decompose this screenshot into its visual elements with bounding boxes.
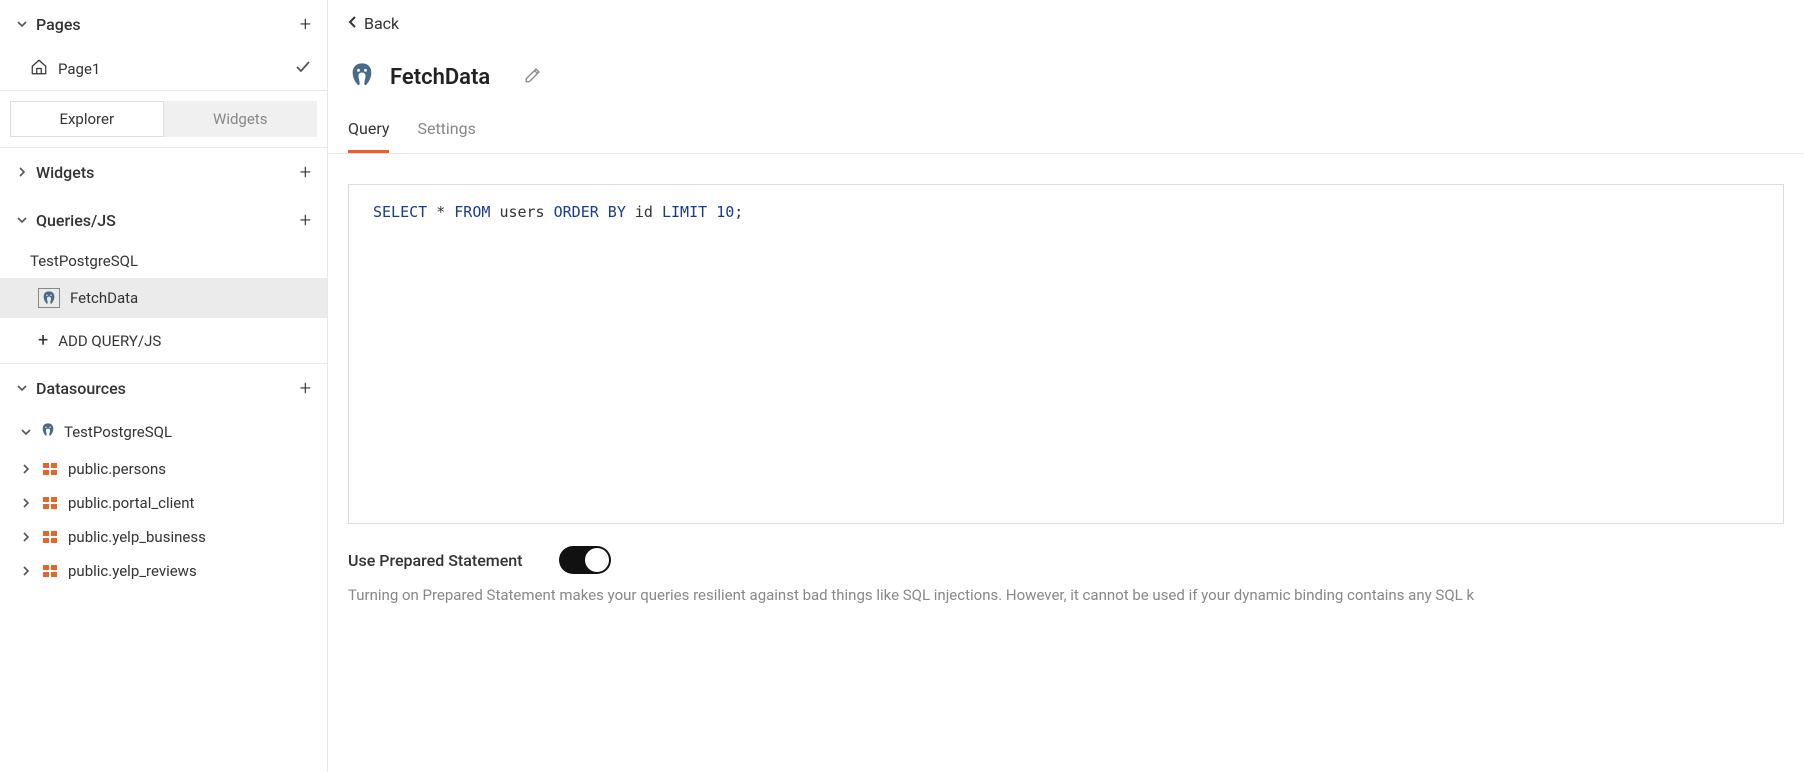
sql-number: 10 — [716, 203, 734, 221]
widgets-tab[interactable]: Widgets — [164, 101, 318, 137]
table-item-persons[interactable]: public.persons — [0, 452, 327, 486]
main-panel: Back FetchData Query Settings SELECT * F… — [328, 0, 1804, 772]
datasource-item-testpostgresql[interactable]: TestPostgreSQL — [0, 412, 327, 452]
postgres-icon — [348, 61, 376, 93]
prepared-statement-description: Turning on Prepared Statement makes your… — [348, 586, 1784, 604]
add-query-button[interactable]: + — [300, 208, 311, 232]
sql-keyword: SELECT — [373, 203, 427, 221]
chevron-down-icon — [16, 214, 28, 226]
chevron-right-icon — [16, 166, 28, 178]
query-item-label: FetchData — [70, 289, 138, 307]
tabs-row: Query Settings — [328, 107, 1804, 154]
widgets-label: Widgets — [36, 163, 94, 182]
table-icon — [42, 495, 58, 511]
sql-editor[interactable]: SELECT * FROM users ORDER BY id LIMIT 10… — [348, 184, 1784, 524]
chevron-down-icon — [20, 426, 32, 438]
chevron-down-icon — [16, 382, 28, 394]
sql-operator: * — [436, 203, 445, 221]
table-label: public.yelp_business — [68, 528, 206, 546]
plus-icon: + — [38, 330, 48, 351]
datasources-label: Datasources — [36, 379, 126, 398]
datasource-label: TestPostgreSQL — [64, 423, 172, 441]
back-label: Back — [364, 14, 399, 33]
toggle-knob — [585, 548, 609, 572]
add-widget-button[interactable]: + — [300, 160, 311, 184]
explorer-widgets-toggle: Explorer Widgets — [0, 91, 327, 148]
back-button[interactable]: Back — [328, 0, 1804, 47]
query-group-label[interactable]: TestPostgreSQL — [0, 244, 327, 278]
add-datasource-button[interactable]: + — [300, 376, 311, 400]
sql-identifier: id — [635, 203, 653, 221]
sidebar-item-page1[interactable]: Page1 — [0, 48, 327, 91]
sql-keyword: FROM — [454, 203, 490, 221]
table-icon — [42, 461, 58, 477]
chevron-right-icon — [20, 531, 32, 543]
add-query-js-button[interactable]: + ADD QUERY/JS — [0, 318, 327, 364]
postgres-icon — [38, 288, 60, 308]
postgres-icon — [40, 422, 56, 442]
content-area: SELECT * FROM users ORDER BY id LIMIT 10… — [328, 154, 1804, 772]
title-row: FetchData — [328, 47, 1804, 107]
sidebar: Pages + Page1 Explorer Widgets Widgets + — [0, 0, 328, 772]
queries-section-header[interactable]: Queries/JS + — [0, 196, 327, 244]
queries-label: Queries/JS — [36, 211, 116, 230]
chevron-left-icon — [348, 14, 358, 33]
sql-punctuation: ; — [734, 203, 743, 221]
table-icon — [42, 529, 58, 545]
tab-query[interactable]: Query — [348, 107, 389, 153]
edit-title-button[interactable] — [524, 66, 542, 88]
table-item-yelp-business[interactable]: public.yelp_business — [0, 520, 327, 554]
table-label: public.yelp_reviews — [68, 562, 197, 580]
sql-identifier: users — [499, 203, 544, 221]
tab-settings[interactable]: Settings — [417, 107, 475, 153]
sql-keyword: LIMIT — [662, 203, 707, 221]
prepared-statement-toggle[interactable] — [559, 546, 611, 574]
table-label: public.portal_client — [68, 494, 194, 512]
explorer-tab[interactable]: Explorer — [10, 101, 164, 137]
pages-label: Pages — [36, 15, 81, 34]
sql-keyword: ORDER BY — [554, 203, 626, 221]
add-query-label: ADD QUERY/JS — [58, 332, 161, 350]
query-title: FetchData — [390, 65, 490, 90]
chevron-down-icon — [16, 18, 28, 30]
check-icon — [295, 59, 311, 79]
table-item-portal-client[interactable]: public.portal_client — [0, 486, 327, 520]
widgets-section-header[interactable]: Widgets + — [0, 148, 327, 196]
datasources-section-header[interactable]: Datasources + — [0, 364, 327, 412]
prepared-statement-row: Use Prepared Statement — [348, 546, 1784, 574]
chevron-right-icon — [20, 497, 32, 509]
table-label: public.persons — [68, 460, 166, 478]
table-icon — [42, 563, 58, 579]
table-item-yelp-reviews[interactable]: public.yelp_reviews — [0, 554, 327, 588]
chevron-right-icon — [20, 463, 32, 475]
home-icon — [30, 58, 48, 80]
add-page-button[interactable]: + — [300, 12, 311, 36]
sidebar-item-fetchdata[interactable]: FetchData — [0, 278, 327, 318]
page-label: Page1 — [58, 60, 100, 78]
prepared-statement-label: Use Prepared Statement — [348, 551, 523, 570]
chevron-right-icon — [20, 565, 32, 577]
pages-section-header[interactable]: Pages + — [0, 0, 327, 48]
